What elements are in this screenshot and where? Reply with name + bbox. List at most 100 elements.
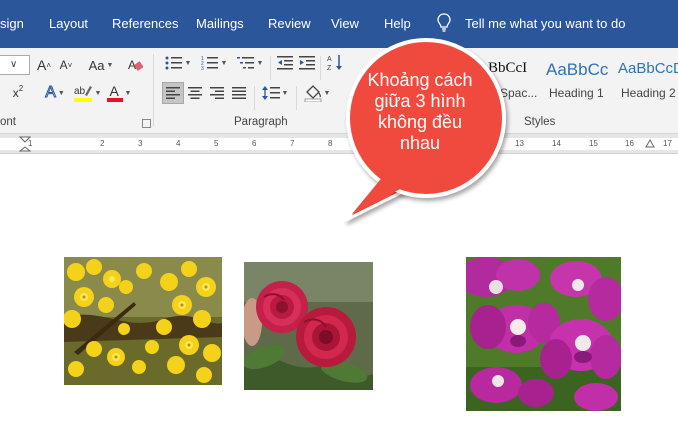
dropdown-caret-icon: ▼ xyxy=(323,89,331,97)
callout-line: giữa 3 hình xyxy=(374,91,466,111)
ruler-number: 6 xyxy=(252,139,257,148)
red-color-bar xyxy=(106,98,123,102)
shrink-font-button[interactable]: A ˅ xyxy=(56,54,76,76)
superscript-button[interactable]: x2 xyxy=(6,82,30,104)
tab-mailings[interactable]: Mailings xyxy=(196,16,244,31)
svg-text:Z: Z xyxy=(327,65,332,72)
line-spacing-button[interactable]: ▼ xyxy=(258,82,292,104)
highlighter-icon: ab xyxy=(73,86,92,102)
dropdown-caret-icon: ▼ xyxy=(106,61,114,69)
font-color-label: A xyxy=(109,83,119,99)
ruler-number: 4 xyxy=(176,139,181,148)
font-group-label: ont xyxy=(0,116,16,128)
word-window: sign Layout References Mailings Review V… xyxy=(0,0,678,434)
highlight-color-button[interactable]: ab ▼ xyxy=(72,82,102,104)
bullet-list-icon xyxy=(165,56,182,70)
font-color-swatch: A xyxy=(106,83,123,103)
callout-line: không đều xyxy=(377,112,463,132)
dropdown-caret-icon: ▼ xyxy=(220,59,228,67)
svg-text:3: 3 xyxy=(201,66,204,71)
multilevel-list-button[interactable]: ▼ xyxy=(232,52,268,74)
grow-font-label: A xyxy=(36,57,47,73)
style-name-heading-1: Heading 1 xyxy=(549,86,604,100)
lightbulb-icon[interactable] xyxy=(437,13,451,33)
style-heading-2[interactable]: AaBbCcD Heading 2 xyxy=(614,54,678,110)
group-divider xyxy=(296,86,297,110)
down-arrow-icon: ˅ xyxy=(67,60,73,70)
style-name-heading-2: Heading 2 xyxy=(621,86,676,100)
numbering-button[interactable]: 1 2 3 ▼ xyxy=(196,52,232,74)
align-center-icon xyxy=(188,87,202,99)
clear-formatting-button[interactable]: A xyxy=(124,54,146,76)
ruler-number: 3 xyxy=(138,139,143,148)
ruler-number: 17 xyxy=(663,139,672,148)
align-center-button[interactable] xyxy=(184,82,206,104)
style-preview-heading-2: AaBbCcD xyxy=(618,60,678,77)
ruler-number: 7 xyxy=(290,139,295,148)
ruler-number: 1 xyxy=(28,139,33,148)
text-effects-button[interactable]: A ▼ xyxy=(40,82,70,104)
decrease-indent-button[interactable] xyxy=(274,52,296,74)
bullets-button[interactable]: ▼ xyxy=(160,52,196,74)
dropdown-caret-icon: ▼ xyxy=(57,89,65,97)
ruler-number: 8 xyxy=(328,139,333,148)
tab-help[interactable]: Help xyxy=(384,16,411,31)
up-arrow-icon: ˄ xyxy=(46,60,51,70)
change-case-label: Aa xyxy=(88,57,105,73)
justify-button[interactable] xyxy=(228,82,250,104)
tab-layout[interactable]: Layout xyxy=(49,16,88,31)
font-size-combo[interactable]: ∨ xyxy=(0,55,30,75)
group-divider xyxy=(254,86,255,110)
change-case-button[interactable]: Aa ▼ xyxy=(84,54,118,76)
dropdown-caret-icon: ▼ xyxy=(124,89,132,97)
shrink-font-label: A xyxy=(59,58,68,72)
text-effects-label: A xyxy=(45,84,57,102)
paragraph-group-label: Paragraph xyxy=(234,116,288,128)
style-preview-heading-1: AaBbCc xyxy=(546,60,609,79)
chevron-down-icon: ∨ xyxy=(10,59,18,70)
numbered-list-icon: 1 2 3 xyxy=(201,56,218,71)
yellow-flowers-photo[interactable] xyxy=(64,257,222,385)
callout-text: Khoảng cách giữa 3 hình không đều nhau xyxy=(345,70,495,154)
tab-review[interactable]: Review xyxy=(268,16,311,31)
align-left-icon xyxy=(166,87,180,99)
red-roses-photo[interactable] xyxy=(244,262,373,390)
group-divider xyxy=(270,56,271,80)
group-divider xyxy=(153,54,154,126)
dropdown-caret-icon: ▼ xyxy=(184,59,192,67)
paint-bucket-icon xyxy=(304,85,321,102)
multilevel-list-icon xyxy=(236,57,254,69)
style-heading-1[interactable]: AaBbCc Heading 1 xyxy=(544,54,612,110)
decrease-indent-icon xyxy=(277,56,293,70)
tell-me-search[interactable]: Tell me what you want to do xyxy=(465,16,625,31)
dropdown-caret-icon: ▼ xyxy=(94,89,102,97)
callout-line: nhau xyxy=(399,133,441,153)
increase-indent-button[interactable] xyxy=(296,52,318,74)
callout-line: Khoảng cách xyxy=(367,70,473,90)
align-left-button[interactable] xyxy=(162,82,184,104)
justify-icon xyxy=(232,87,246,99)
font-dialog-launcher[interactable] xyxy=(142,119,151,128)
ruler-number: 2 xyxy=(100,139,105,148)
increase-indent-icon xyxy=(299,56,315,70)
shading-button[interactable]: ▼ xyxy=(300,82,334,104)
tab-references[interactable]: References xyxy=(112,16,178,31)
ruler-number: 16 xyxy=(625,139,634,148)
ruler-number: 13 xyxy=(515,139,524,148)
superscript-mark: 2 xyxy=(18,83,24,93)
tab-design[interactable]: sign xyxy=(0,16,24,31)
dropdown-caret-icon: ▼ xyxy=(256,59,264,67)
tab-view[interactable]: View xyxy=(331,16,359,31)
dropdown-caret-icon: ▼ xyxy=(281,89,289,97)
align-right-icon xyxy=(210,87,224,99)
eraser-icon: A xyxy=(128,58,143,72)
ruler-number: 14 xyxy=(552,139,561,148)
align-right-button[interactable] xyxy=(206,82,228,104)
right-indent-marker-icon[interactable] xyxy=(645,139,655,149)
line-spacing-icon xyxy=(261,86,280,100)
magenta-orchids-photo[interactable] xyxy=(466,257,621,411)
grow-font-button[interactable]: A ˄ xyxy=(34,54,54,76)
ruler-number: 5 xyxy=(214,139,219,148)
font-color-button[interactable]: A ▼ xyxy=(104,82,134,104)
svg-text:ab: ab xyxy=(74,86,86,97)
